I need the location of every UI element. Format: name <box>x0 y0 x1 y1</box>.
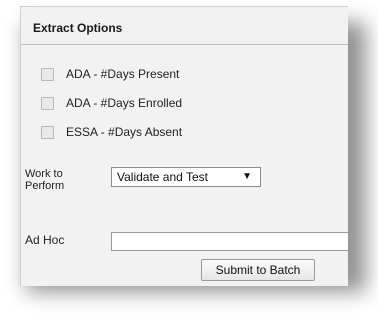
panel-header: Extract Options <box>21 7 348 45</box>
extract-options-panel: Extract Options ADA - #Days Present ADA … <box>20 6 348 286</box>
ad-hoc-input[interactable] <box>111 232 348 251</box>
work-to-perform-label-line2: Perform <box>25 180 65 192</box>
panel-title: Extract Options <box>33 21 123 35</box>
work-to-perform-selected-value: Validate and Test <box>117 170 208 184</box>
work-to-perform-label-line1: Work to <box>25 168 63 180</box>
checkbox-row-ada-days-enrolled[interactable]: ADA - #Days Enrolled <box>41 95 182 111</box>
checkbox-label: ESSA - #Days Absent <box>66 125 183 139</box>
submit-to-batch-button[interactable]: Submit to Batch <box>201 259 315 281</box>
work-to-perform-select[interactable]: Validate and Test ▼ <box>111 167 261 187</box>
ad-hoc-label: Ad Hoc <box>25 233 65 247</box>
checkbox-row-ada-days-present[interactable]: ADA - #Days Present <box>41 66 179 82</box>
screenshot-stage: Extract Options ADA - #Days Present ADA … <box>0 0 378 322</box>
checkbox-ada-days-present[interactable] <box>41 67 54 81</box>
checkbox-label: ADA - #Days Present <box>66 67 180 81</box>
checkbox-row-essa-days-absent[interactable]: ESSA - #Days Absent <box>41 124 182 140</box>
checkbox-essa-days-absent[interactable] <box>41 125 54 139</box>
checkbox-label: ADA - #Days Enrolled <box>66 96 183 110</box>
dropdown-arrow-icon: ▼ <box>242 171 252 182</box>
checkbox-ada-days-enrolled[interactable] <box>41 96 54 110</box>
